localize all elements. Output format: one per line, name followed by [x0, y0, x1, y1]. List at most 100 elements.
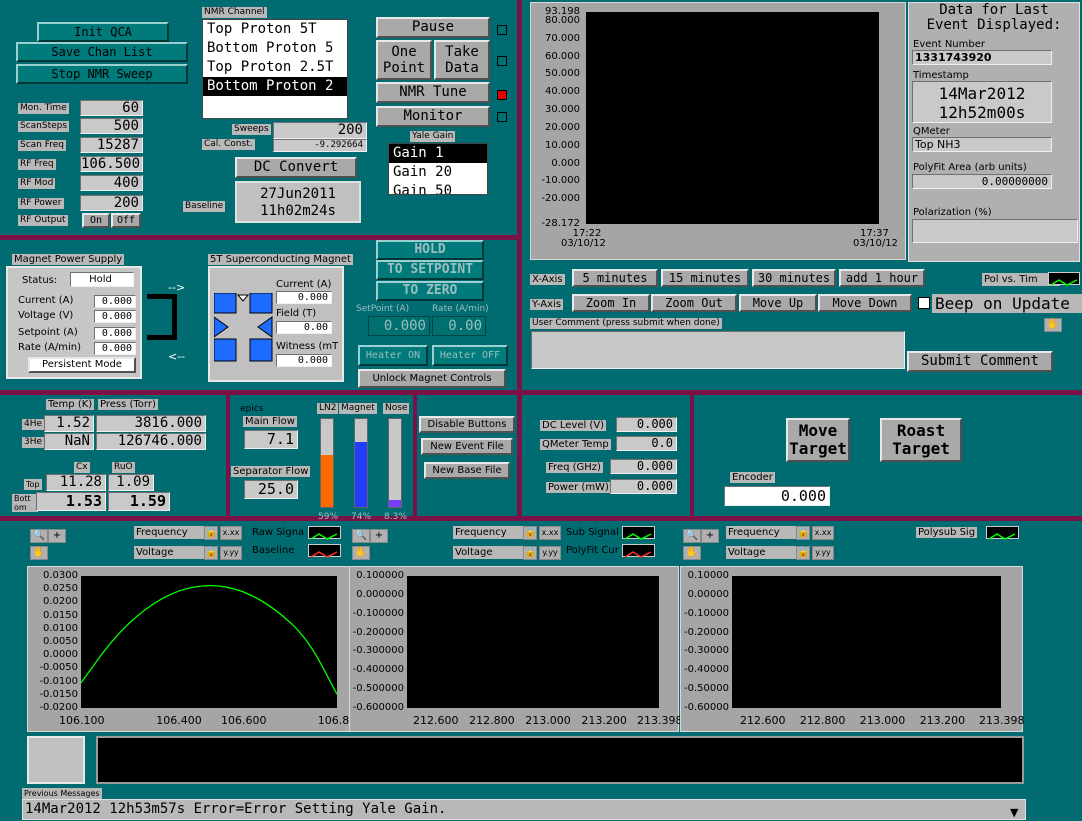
main-chart-plot[interactable]: [586, 12, 879, 224]
y-axis-button[interactable]: Zoom Out: [651, 294, 737, 312]
sweeps-field[interactable]: 200: [273, 122, 367, 139]
graph-plot[interactable]: [81, 576, 337, 708]
y-axis-label: Y-Axis: [530, 299, 564, 310]
nmr-tune-button[interactable]: NMR Tune: [376, 82, 490, 103]
user-comment-input[interactable]: [531, 331, 905, 369]
save-chan-list-button[interactable]: Save Chan List: [16, 42, 188, 62]
nmr-channel-item[interactable]: Bottom Proton 2: [203, 77, 347, 96]
axis-lock-icon[interactable]: 🔒: [796, 526, 810, 540]
graph-y-tick: -0.40000: [684, 664, 729, 676]
zoom-icon[interactable]: 🔍: [352, 529, 370, 543]
x-axis-button[interactable]: 5 minutes: [572, 269, 658, 287]
nmr-channel-list[interactable]: Top Proton 5T Bottom Proton 5 Top Proton 2…: [202, 19, 348, 119]
nmr-channel-item[interactable]: Top Proton 5T: [203, 20, 347, 39]
one-point-button[interactable]: One Point: [376, 40, 432, 80]
unlock-magnet-controls-button[interactable]: Unlock Magnet Controls: [358, 369, 506, 388]
zoom-icon[interactable]: 🔍: [683, 529, 701, 543]
gain-item[interactable]: Gain 1: [389, 144, 487, 163]
param-field[interactable]: 60: [80, 100, 143, 116]
hand-tool-icon[interactable]: ✋: [1044, 318, 1062, 332]
rf-off-button[interactable]: Off: [111, 213, 141, 228]
axis-lock-icon[interactable]: 🔒: [204, 526, 218, 540]
previous-messages-dropdown[interactable]: 14Mar2012 12h53m57s Error=Error Setting …: [22, 799, 1026, 820]
user-comment-label: User Comment (press submit when done): [530, 318, 722, 329]
zoom-icon[interactable]: 🔍: [30, 529, 48, 543]
roast-target-line2: Target: [892, 439, 950, 458]
axis-lock-icon[interactable]: 🔒: [204, 546, 218, 560]
plus-icon[interactable]: +: [701, 529, 719, 543]
param-field[interactable]: 15287: [80, 137, 143, 153]
yale-gain-list[interactable]: Gain 1 Gain 20 Gain 50: [388, 143, 488, 195]
param-field[interactable]: 106.500: [80, 156, 143, 172]
hand-tool-icon[interactable]: ✋: [683, 546, 701, 560]
persistent-mode-button[interactable]: Persistent Mode: [28, 357, 136, 373]
new-event-file-button[interactable]: New Event File: [421, 438, 513, 455]
axis-format-icon[interactable]: x.xx: [539, 526, 561, 540]
y-axis-button[interactable]: Move Up: [739, 294, 817, 312]
stop-nmr-sweep-button[interactable]: Stop NMR Sweep: [16, 64, 188, 84]
nmr-channel-item[interactable]: Top Proton 2.5T: [203, 58, 347, 77]
axis-format-icon[interactable]: y.yy: [539, 546, 561, 560]
dc-convert-button[interactable]: DC Convert: [235, 157, 357, 178]
x-axis-button[interactable]: add 1 hour: [839, 269, 925, 287]
graph-plot[interactable]: [407, 576, 659, 708]
plus-icon[interactable]: +: [370, 529, 388, 543]
monitor-button[interactable]: Monitor: [376, 106, 490, 127]
chevron-down-icon[interactable]: ▼: [1010, 806, 1018, 819]
to-setpoint-button[interactable]: TO SETPOINT: [376, 260, 484, 280]
hold-button[interactable]: HOLD: [376, 240, 484, 260]
graph-x-tick: 213.398: [979, 714, 1025, 727]
x-axis-button[interactable]: 30 minutes: [752, 269, 836, 287]
sc-witness-label: Witness (mT: [276, 341, 339, 352]
gain-item[interactable]: Gain 50: [389, 182, 487, 194]
heater-on-button[interactable]: Heater ON: [358, 345, 428, 366]
baseline-timestamp: 27Jun2011 11h02m24s: [235, 181, 361, 223]
axis-format-icon[interactable]: x.xx: [220, 526, 242, 540]
rate-field[interactable]: 0.00: [432, 316, 486, 336]
qmeter-label: QMeter: [913, 126, 950, 137]
polyfit-area-label: PolyFit Area (arb units): [913, 162, 1027, 173]
param-field[interactable]: 400: [80, 175, 143, 191]
magnet-supply-label: Voltage (V): [18, 310, 74, 321]
sc-magnet-title: 5T Superconducting Magnet: [208, 254, 353, 265]
submit-comment-button[interactable]: Submit Comment: [907, 351, 1053, 372]
axis-lock-icon[interactable]: 🔒: [523, 546, 537, 560]
setpoint-field[interactable]: 0.000: [368, 316, 430, 336]
magnet-level-fill: [355, 442, 367, 507]
axis-format-icon[interactable]: x.xx: [812, 526, 834, 540]
graph-plot[interactable]: [732, 576, 1001, 708]
plus-icon[interactable]: +: [48, 529, 66, 543]
axis-lock-icon[interactable]: 🔒: [523, 526, 537, 540]
y-axis-button[interactable]: Zoom In: [572, 294, 650, 312]
beep-checkbox[interactable]: [918, 297, 930, 309]
bottom-label: Bott om: [12, 494, 38, 512]
top-ruo: 1.09: [108, 474, 154, 491]
nmr-channel-item[interactable]: Bottom Proton 5: [203, 39, 347, 58]
hand-tool-icon[interactable]: ✋: [352, 546, 370, 560]
encoder-label: Encoder: [730, 472, 775, 483]
param-field[interactable]: 200: [80, 195, 143, 211]
param-field[interactable]: 500: [80, 118, 143, 134]
axis-format-icon[interactable]: y.yy: [220, 546, 242, 560]
y-axis-button[interactable]: Move Down: [818, 294, 912, 312]
gain-item[interactable]: Gain 20: [389, 163, 487, 182]
main-flow-label: Main Flow: [243, 416, 297, 427]
axis-format-icon[interactable]: y.yy: [812, 546, 834, 560]
disable-buttons-button[interactable]: Disable Buttons: [419, 416, 515, 433]
hand-tool-icon[interactable]: ✋: [30, 546, 48, 560]
roast-target-button[interactable]: Roast Target: [880, 418, 962, 462]
move-target-button[interactable]: Move Target: [786, 418, 850, 462]
heater-off-button[interactable]: Heater OFF: [432, 345, 508, 366]
bottom-ruo: 1.59: [108, 492, 170, 511]
to-zero-button[interactable]: TO ZERO: [376, 281, 484, 301]
init-qca-button[interactable]: Init QCA: [37, 22, 169, 42]
pause-button[interactable]: Pause: [376, 17, 490, 38]
previous-messages-label: Previous Messages: [22, 788, 102, 799]
rf-on-button[interactable]: On: [82, 213, 110, 228]
take-data-button[interactable]: Take Data: [434, 40, 490, 80]
x-axis-button[interactable]: 15 minutes: [661, 269, 749, 287]
axis-lock-icon[interactable]: 🔒: [796, 546, 810, 560]
qmeter-readout-value: 0.000: [610, 479, 677, 494]
new-base-file-button[interactable]: New Base File: [424, 462, 510, 479]
graph-y-tick: -0.50000: [684, 683, 729, 695]
